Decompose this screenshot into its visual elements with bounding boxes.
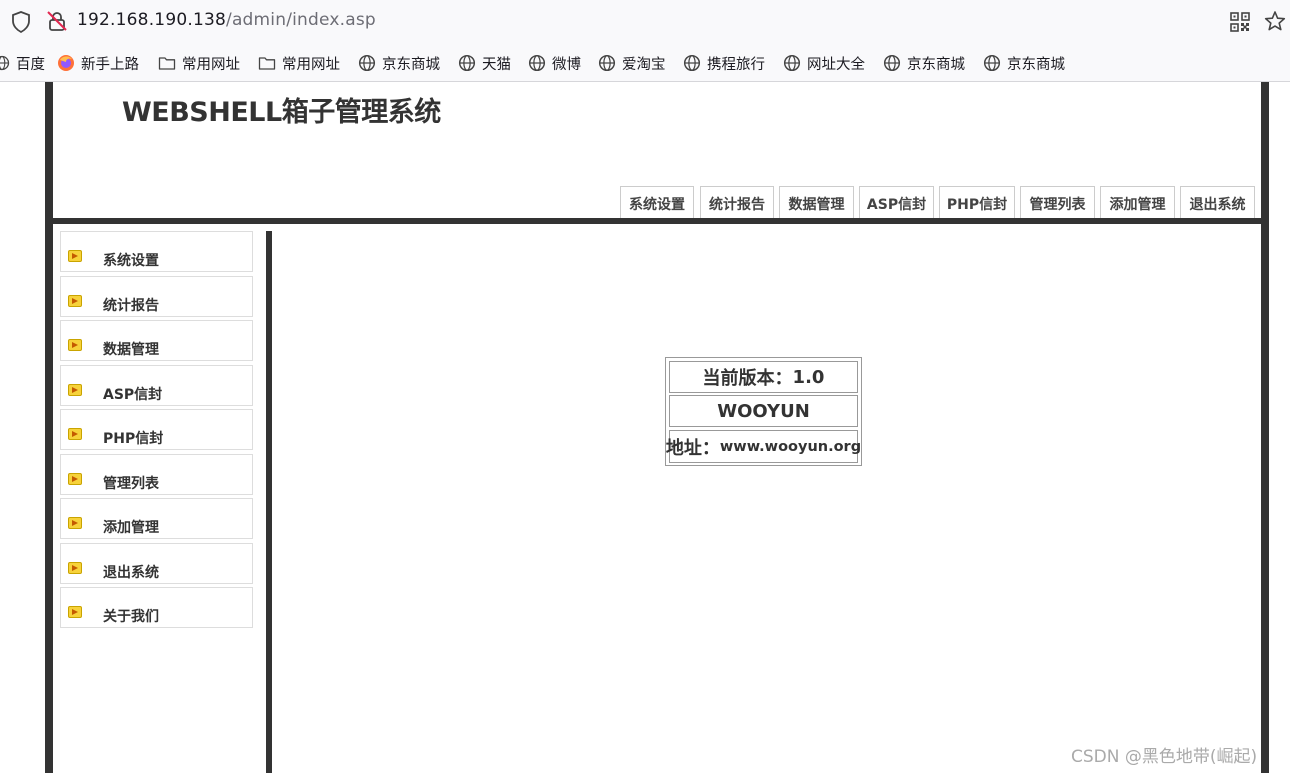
sidebar-item-label: ASP信封 — [103, 387, 163, 403]
bookmark-tmall[interactable]: 天猫 — [458, 53, 511, 73]
nav-tab-logout[interactable]: 退出系统 — [1180, 186, 1255, 218]
nav-tab-data-management[interactable]: 数据管理 — [779, 186, 854, 218]
sidebar-item-label: 数据管理 — [103, 342, 159, 358]
bookmark-weibo[interactable]: 微博 — [528, 53, 581, 73]
bookmark-hao123[interactable]: 网址大全 — [783, 53, 865, 73]
arrow-right-icon — [68, 517, 82, 529]
firefox-icon — [58, 55, 74, 71]
shield-icon[interactable] — [11, 11, 31, 33]
bookmark-folder-common-1[interactable]: 常用网址 — [158, 53, 240, 73]
sidebar-item-label: 管理列表 — [103, 476, 159, 492]
version-row: 当前版本： 1.0 — [669, 361, 858, 393]
bookmark-label: 新手上路 — [81, 56, 139, 73]
sidebar-item-label: 系统设置 — [103, 253, 159, 269]
sidebar-item-php-envelope[interactable]: PHP信封 — [60, 409, 253, 450]
version-label: 当前版本： — [702, 368, 793, 389]
bookmark-getting-started[interactable]: 新手上路 — [57, 53, 139, 73]
globe-icon — [983, 54, 1001, 72]
globe-icon — [783, 54, 801, 72]
sidebar-item-statistics-report[interactable]: 统计报告 — [60, 276, 253, 317]
right-frame-border — [1261, 82, 1269, 773]
globe-icon — [358, 54, 376, 72]
qr-code-icon[interactable] — [1230, 12, 1250, 32]
globe-icon — [598, 54, 616, 72]
bookmark-baidu[interactable]: 百度 — [0, 53, 45, 73]
csdn-watermark: CSDN @黑色地带(崛起) — [1071, 747, 1258, 767]
nav-tab-system-settings[interactable]: 系统设置 — [620, 186, 694, 218]
browser-toolbar: 192.168.190.138/admin/index.asp — [0, 0, 1290, 44]
bookmark-folder-common-2[interactable]: 常用网址 — [258, 53, 340, 73]
bookmark-aitaobao[interactable]: 爱淘宝 — [598, 53, 666, 73]
globe-icon — [883, 54, 901, 72]
product-name: WOOYUN — [669, 395, 858, 427]
sidebar-item-asp-envelope[interactable]: ASP信封 — [60, 365, 253, 406]
arrow-right-icon — [68, 428, 82, 440]
sidebar-item-label: 退出系统 — [103, 565, 159, 581]
sidebar-divider — [266, 231, 272, 773]
nav-tab-admin-list[interactable]: 管理列表 — [1020, 186, 1095, 218]
arrow-right-icon — [68, 473, 82, 485]
nav-tab-asp-envelope[interactable]: ASP信封 — [859, 186, 934, 218]
bookmark-label: 京东商城 — [382, 56, 440, 73]
folder-icon — [158, 57, 176, 70]
bookmark-label: 网址大全 — [807, 56, 865, 73]
address-row: 地址： www.wooyun.org — [665, 430, 862, 463]
url-path: /admin/index.asp — [226, 10, 376, 30]
arrow-right-icon — [68, 562, 82, 574]
sidebar-item-label: PHP信封 — [103, 431, 164, 447]
header-divider — [53, 218, 1261, 224]
url-field[interactable]: 192.168.190.138/admin/index.asp — [77, 10, 376, 30]
sidebar-item-label: 统计报告 — [103, 298, 159, 314]
version-info-table: 当前版本： 1.0 WOOYUN 地址： www.wooyun.org — [665, 357, 862, 466]
bookmark-label: 爱淘宝 — [622, 56, 666, 73]
bookmark-label: 天猫 — [482, 56, 511, 73]
arrow-right-icon — [68, 339, 82, 351]
globe-icon — [0, 55, 10, 71]
bookmarks-toolbar: 百度 新手上路 常用网址 常用网址 京东商城 天猫 微博 爱淘宝 携程旅行 网址… — [0, 44, 1290, 82]
bookmark-jd-2[interactable]: 京东商城 — [883, 53, 965, 73]
sidebar-item-about-us[interactable]: 关于我们 — [60, 587, 253, 628]
nav-tab-add-admin[interactable]: 添加管理 — [1100, 186, 1175, 218]
arrow-right-icon — [68, 606, 82, 618]
bookmark-label: 常用网址 — [182, 56, 240, 73]
bookmark-ctrip[interactable]: 携程旅行 — [683, 53, 765, 73]
url-host: 192.168.190.138 — [77, 10, 227, 30]
sidebar-item-system-settings[interactable]: 系统设置 — [60, 231, 253, 272]
nav-tab-php-envelope[interactable]: PHP信封 — [939, 186, 1015, 218]
globe-icon — [683, 54, 701, 72]
bookmark-label: 常用网址 — [282, 56, 340, 73]
bookmark-star-icon[interactable] — [1264, 10, 1286, 32]
address-value: www.wooyun.org — [719, 438, 862, 455]
globe-icon — [528, 54, 546, 72]
insecure-lock-icon[interactable] — [46, 10, 68, 32]
sidebar-item-label: 关于我们 — [103, 609, 159, 625]
page-content: WEBSHELL箱子管理系统 系统设置 统计报告 数据管理 ASP信封 PHP信… — [0, 82, 1290, 773]
bookmark-label: 微博 — [552, 56, 581, 73]
sidebar-item-admin-list[interactable]: 管理列表 — [60, 454, 253, 495]
left-frame-border — [45, 82, 53, 773]
address-label: 地址： — [665, 437, 720, 459]
nav-tab-statistics-report[interactable]: 统计报告 — [700, 186, 774, 218]
bookmark-jd-3[interactable]: 京东商城 — [983, 53, 1065, 73]
arrow-right-icon — [68, 250, 82, 262]
version-value: 1.0 — [792, 366, 825, 388]
bookmark-label: 京东商城 — [907, 56, 965, 73]
sidebar-item-label: 添加管理 — [103, 520, 159, 536]
bookmark-jd-1[interactable]: 京东商城 — [358, 53, 440, 73]
bookmark-label: 百度 — [16, 56, 45, 73]
folder-icon — [258, 57, 276, 70]
arrow-right-icon — [68, 295, 82, 307]
globe-icon — [458, 54, 476, 72]
sidebar-item-data-management[interactable]: 数据管理 — [60, 320, 253, 361]
sidebar-item-add-admin[interactable]: 添加管理 — [60, 498, 253, 539]
page-title: WEBSHELL箱子管理系统 — [122, 97, 441, 128]
bookmark-label: 京东商城 — [1007, 56, 1065, 73]
bookmark-label: 携程旅行 — [707, 56, 765, 73]
sidebar-item-logout[interactable]: 退出系统 — [60, 543, 253, 584]
arrow-right-icon — [68, 384, 82, 396]
